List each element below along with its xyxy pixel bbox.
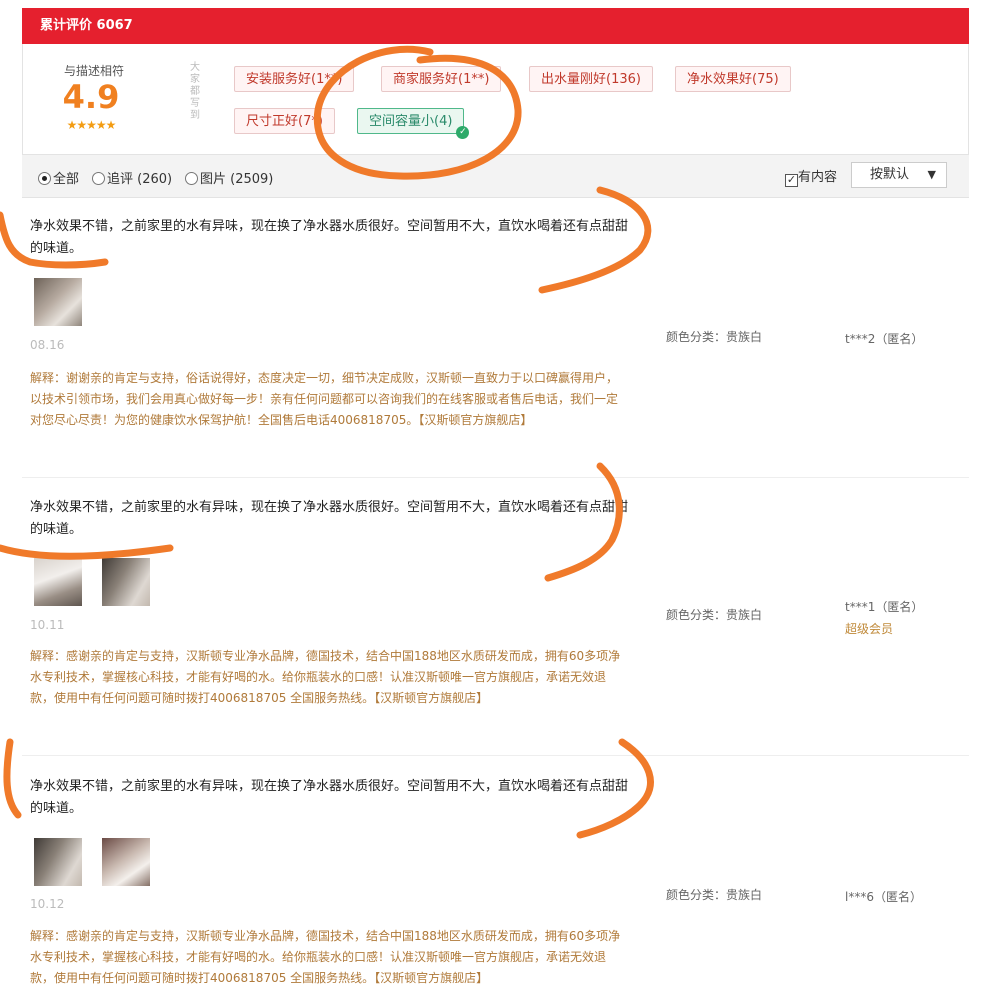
sort-label: 按默认 — [870, 167, 910, 182]
radio-icon — [185, 172, 198, 185]
sort-dropdown[interactable]: 按默认 ▼ — [851, 162, 947, 188]
reviews-header: 累计评价 6067 — [22, 8, 969, 44]
tag-label: 尺寸正好(7*) — [246, 114, 323, 129]
color-variant: 颜色分类：贵族白 — [666, 888, 763, 902]
review-photo[interactable] — [34, 558, 82, 606]
filter-all-label: 全部 — [53, 172, 80, 187]
radio-selected-icon — [38, 172, 51, 185]
tag-water-output[interactable]: 出水量刚好(136) — [529, 66, 653, 92]
review-photo[interactable] — [34, 838, 82, 886]
color-variant: 颜色分类：贵族白 — [666, 608, 763, 622]
review-photo[interactable] — [102, 558, 150, 606]
filter-pictures-radio[interactable]: 图片 (2509) — [185, 168, 273, 187]
tag-purification[interactable]: 净水效果好(75) — [675, 66, 791, 92]
filter-followup-label: 追评 (260) — [107, 172, 173, 187]
has-content-label: 有内容 — [798, 170, 838, 185]
tag-label: 净水效果好(75) — [687, 72, 779, 87]
seller-reply: 解释：感谢亲的肯定与支持，汉斯顿专业净水品牌，德国技术，结合中国188地区水质研… — [30, 929, 621, 985]
checkbox-checked-icon: ✓ — [785, 173, 798, 187]
tags-side-label: 大家都写到 — [190, 62, 200, 121]
has-content-checkbox[interactable]: ✓ 有内容 — [785, 166, 837, 187]
divider — [22, 477, 969, 478]
review-text: 净水效果不错，之前家里的水有异味，现在换了净水器水质很好。空间暂用不大，直饮水喝… — [30, 779, 629, 816]
star-rating-icon: ★★★★★ — [66, 118, 117, 132]
tag-label: 出水量刚好(136) — [541, 72, 641, 87]
tag-label: 空间容量小(4) — [369, 114, 453, 129]
filter-pictures-label: 图片 (2509) — [200, 172, 274, 187]
seller-reply: 解释：感谢亲的肯定与支持，汉斯顿专业净水品牌，德国技术，结合中国188地区水质研… — [30, 649, 621, 705]
score-label: 与描述相符 — [63, 64, 124, 78]
tag-merchant-service[interactable]: 商家服务好(1**) — [381, 66, 502, 92]
seller-reply: 解释：谢谢亲的肯定与支持，俗话说得好，态度决定一切，细节决定成败，汉斯顿一直致力… — [30, 371, 619, 427]
divider — [22, 755, 969, 756]
reviewer-name: l***6（匿名） — [845, 890, 922, 904]
tag-size-fit[interactable]: 尺寸正好(7*) — [234, 108, 335, 134]
review-date: 08.16 — [30, 338, 65, 352]
reviewer-name: t***1（匿名） — [845, 600, 924, 614]
chevron-down-icon: ▼ — [927, 168, 936, 181]
reviewer-name: t***2（匿名） — [845, 332, 924, 346]
color-variant: 颜色分类：贵族白 — [666, 330, 763, 344]
review-text: 净水效果不错，之前家里的水有异味，现在换了净水器水质很好。空间暂用不大，直饮水喝… — [30, 500, 629, 537]
review-photo[interactable] — [102, 838, 150, 886]
tag-install-service[interactable]: 安装服务好(1**) — [234, 66, 355, 92]
review-date: 10.12 — [30, 897, 65, 911]
tag-label: 商家服务好(1**) — [393, 72, 490, 87]
total-reviews-title: 累计评价 6067 — [40, 18, 133, 33]
review-date: 10.11 — [30, 618, 65, 632]
annotation-bracket-mark — [3, 738, 22, 819]
member-badge: 超级会员 — [845, 622, 894, 636]
filter-followup-radio[interactable]: 追评 (260) — [92, 168, 172, 187]
radio-icon — [92, 172, 105, 185]
tag-label: 安装服务好(1**) — [246, 72, 343, 87]
tag-small-space[interactable]: 空间容量小(4) ✓ — [357, 108, 470, 139]
filter-all-radio[interactable]: 全部 — [38, 168, 79, 187]
review-photo[interactable] — [34, 278, 82, 326]
annotation-bracket-mark — [0, 544, 174, 560]
rating-score: 4.9 — [62, 78, 120, 116]
review-text: 净水效果不错，之前家里的水有异味，现在换了净水器水质很好。空间暂用不大，直饮水喝… — [30, 219, 629, 256]
review-summary-panel — [22, 44, 969, 155]
